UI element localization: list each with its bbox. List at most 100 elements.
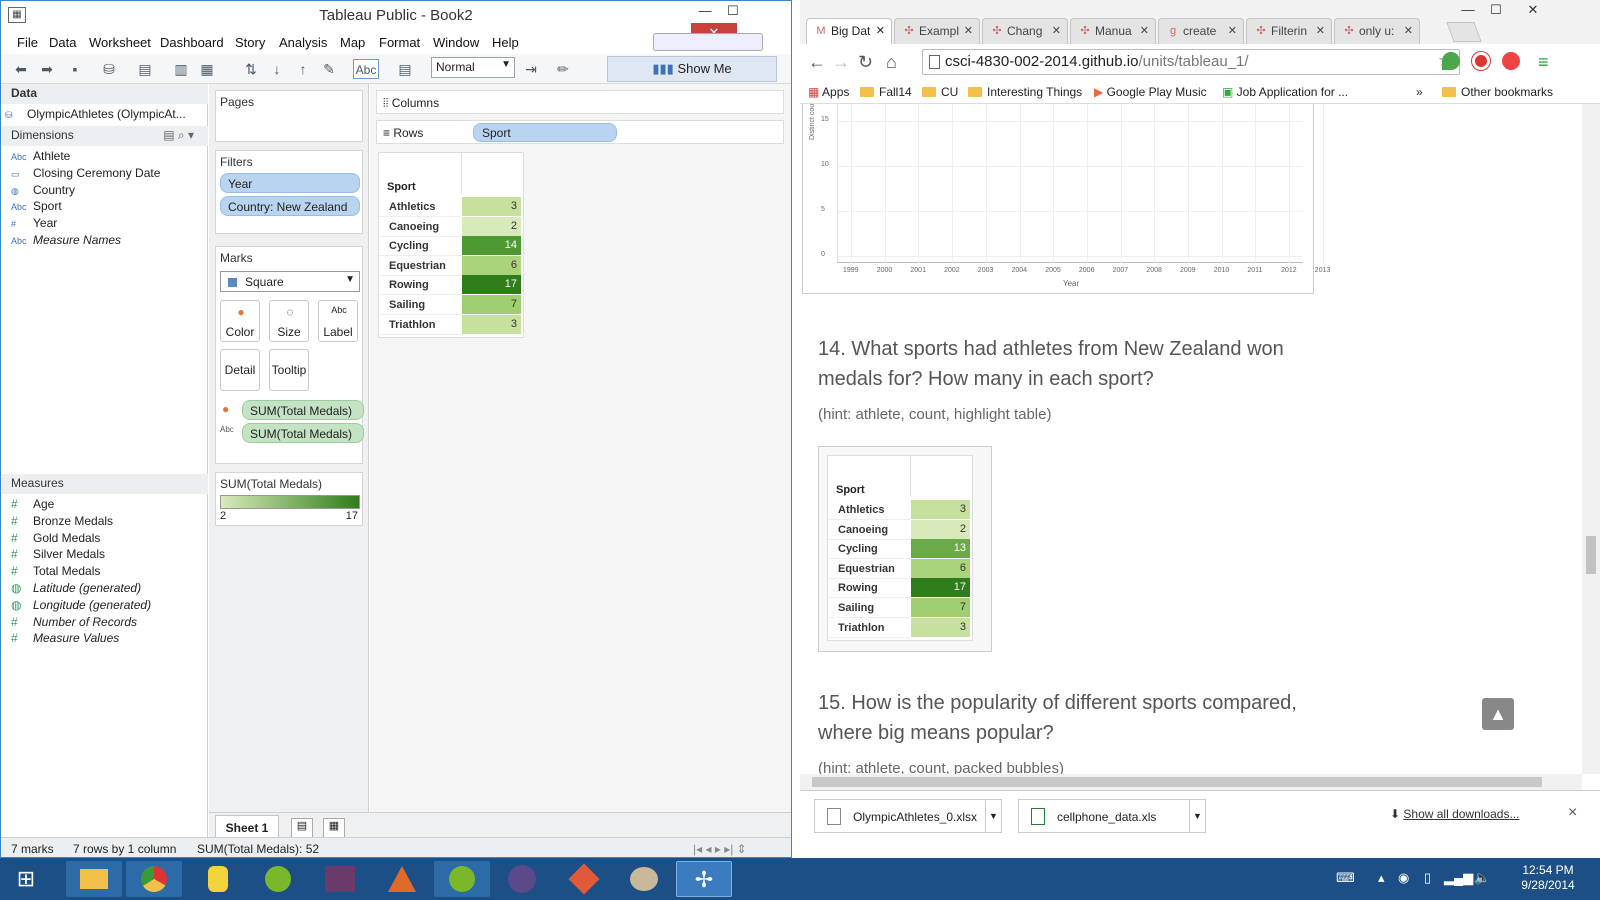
scroll-top-button[interactable]: ▲: [1482, 698, 1514, 730]
clear-sheet-icon[interactable]: ▦: [197, 59, 217, 79]
browser-tab[interactable]: ✣ Chang ✕: [982, 18, 1068, 44]
forward-icon[interactable]: ➡: [37, 59, 57, 79]
datasource-item[interactable]: ⛁ OlympicAthletes (OlympicAt...: [5, 106, 186, 122]
browser-tab[interactable]: g create ✕: [1158, 18, 1244, 44]
new-worksheet-icon[interactable]: ▤: [135, 59, 155, 79]
swap-icon[interactable]: ⇅: [241, 59, 261, 79]
show-all-downloads-link[interactable]: ⬇ Show all downloads...: [1390, 807, 1519, 821]
tray-overflow-icon[interactable]: ▴: [1378, 870, 1385, 886]
tooltip-button[interactable]: Tooltip: [269, 349, 309, 391]
chrome-icon[interactable]: [126, 861, 182, 897]
bookmark-job-app[interactable]: ▣ Job Application for ...: [1222, 85, 1348, 99]
measure-field[interactable]: # Bronze Medals: [11, 513, 113, 529]
size-button[interactable]: ◌ Size: [269, 300, 309, 342]
table-row[interactable]: Rowing 17: [379, 275, 525, 296]
medal-count-cell[interactable]: 17: [462, 275, 521, 295]
measure-field[interactable]: # Measure Values: [11, 630, 119, 646]
dimension-field[interactable]: Abc Measure Names: [11, 232, 121, 248]
table-row[interactable]: Triathlon 3: [828, 617, 974, 638]
address-bar[interactable]: csci-4830-002-2014.github.io/units/table…: [922, 49, 1460, 75]
table-row[interactable]: Cycling 13: [828, 539, 974, 560]
filters-shelf[interactable]: Filters Year Country: New Zealand: [215, 150, 363, 234]
battery-icon[interactable]: ▯: [1424, 870, 1431, 886]
tab-close-icon[interactable]: ✕: [1316, 24, 1325, 37]
adblock-extension-icon[interactable]: [1472, 52, 1490, 70]
menu-analysis[interactable]: Analysis: [279, 35, 327, 50]
signal-icon[interactable]: ▂▄▆: [1444, 870, 1473, 886]
download-item[interactable]: cellphone_data.xls ▼: [1018, 799, 1206, 833]
measure-field[interactable]: # Gold Medals: [11, 530, 100, 546]
dimension-field[interactable]: ◍ Country: [11, 182, 75, 198]
menu-map[interactable]: Map: [340, 35, 365, 50]
menu-data[interactable]: Data: [49, 35, 76, 50]
measure-field[interactable]: ◍ Latitude (generated): [11, 580, 141, 596]
forward-icon[interactable]: →: [832, 52, 850, 73]
highlight-icon[interactable]: ✎: [319, 59, 339, 79]
medal-count-cell[interactable]: 3: [911, 617, 970, 637]
bookmark-interesting[interactable]: Interesting Things: [968, 85, 1082, 99]
bookmarks-overflow[interactable]: »: [1416, 85, 1423, 99]
table-row[interactable]: Sailing 7: [828, 598, 974, 618]
medal-count-cell[interactable]: 6: [911, 558, 970, 578]
detail-button[interactable]: Detail: [220, 349, 260, 391]
datasource-icon[interactable]: ⛁: [99, 59, 119, 79]
measure-field[interactable]: # Age: [11, 496, 54, 512]
scrollbar-thumb[interactable]: [812, 777, 1542, 787]
table-row[interactable]: Canoeing 2: [828, 519, 974, 540]
maximize-icon[interactable]: ☐: [1482, 0, 1510, 22]
menu-format[interactable]: Format: [379, 35, 420, 50]
color-button[interactable]: ● Color: [220, 300, 260, 342]
paint-icon[interactable]: [616, 861, 672, 897]
columns-shelf[interactable]: ⦙⦙ Columns: [376, 90, 784, 114]
fit-icon[interactable]: ▤: [395, 59, 415, 79]
medal-count-cell[interactable]: 13: [911, 539, 970, 559]
view-mode-buttons[interactable]: [653, 33, 763, 51]
show-labels-icon[interactable]: Abc: [353, 59, 379, 79]
medal-count-cell[interactable]: 3: [462, 197, 521, 216]
tab-close-icon[interactable]: ✕: [1228, 24, 1237, 37]
java-ide-icon[interactable]: [494, 861, 550, 897]
spotify-icon[interactable]: [250, 861, 306, 897]
close-icon[interactable]: ✕: [1510, 0, 1556, 22]
new-tab-button[interactable]: [1446, 22, 1482, 42]
minimize-icon[interactable]: —: [1454, 0, 1482, 22]
tab-close-icon[interactable]: ✕: [1140, 24, 1149, 37]
measure-field[interactable]: # Number of Records: [11, 614, 137, 630]
minimize-icon[interactable]: —: [691, 1, 719, 23]
new-dashboard-icon[interactable]: ▦: [323, 818, 345, 838]
matlab-icon[interactable]: [374, 861, 430, 897]
horizontal-scrollbar[interactable]: [800, 774, 1582, 790]
search-icon[interactable]: ▤ ⌕ ▾: [163, 128, 194, 143]
table-row[interactable]: Sailing 7: [379, 295, 525, 315]
tab-close-icon[interactable]: ✕: [1052, 24, 1061, 37]
bulb-app-icon[interactable]: [190, 861, 246, 897]
color-field-pill[interactable]: SUM(Total Medals): [242, 400, 364, 420]
fix-axes-icon[interactable]: ⇥: [521, 59, 541, 79]
tab-close-icon[interactable]: ✕: [1404, 24, 1413, 37]
measure-field[interactable]: ◍ Longitude (generated): [11, 597, 151, 613]
medal-count-cell[interactable]: 3: [911, 500, 970, 519]
maximize-icon[interactable]: ☐: [719, 1, 747, 23]
start-icon[interactable]: ⊞: [4, 861, 48, 897]
clock[interactable]: 12:54 PM 9/28/2014: [1508, 863, 1588, 893]
git-icon[interactable]: [556, 861, 612, 897]
extension-gear-icon[interactable]: [1502, 52, 1520, 70]
measure-field[interactable]: # Silver Medals: [11, 546, 105, 562]
dimension-field[interactable]: ▭ Closing Ceremony Date: [11, 165, 160, 181]
rows-pill-sport[interactable]: Sport: [473, 123, 617, 142]
sheet-nav-icons[interactable]: |◂ ◂ ▸ ▸| ⇕: [693, 842, 747, 856]
color-legend[interactable]: SUM(Total Medals) 2 17: [215, 472, 363, 526]
browser-tab[interactable]: ✣ Exampl ✕: [894, 18, 980, 44]
fit-select[interactable]: Normal ▼: [431, 57, 515, 78]
close-downloads-icon[interactable]: ×: [1568, 804, 1577, 822]
medal-count-cell[interactable]: 7: [911, 598, 970, 617]
filter-pill-country[interactable]: Country: New Zealand: [220, 196, 360, 216]
label-button[interactable]: Abc Label: [318, 300, 358, 342]
keyboard-icon[interactable]: ⌨: [1336, 870, 1355, 886]
menu-window[interactable]: Window: [433, 35, 479, 50]
tab-close-icon[interactable]: ✕: [876, 24, 885, 37]
sort-desc-icon[interactable]: ↑: [293, 59, 313, 79]
dimension-field[interactable]: Abc Sport: [11, 198, 62, 214]
browser-tab[interactable]: M Big Dat ✕: [806, 18, 892, 44]
table-row[interactable]: Athletics 3: [828, 500, 974, 520]
